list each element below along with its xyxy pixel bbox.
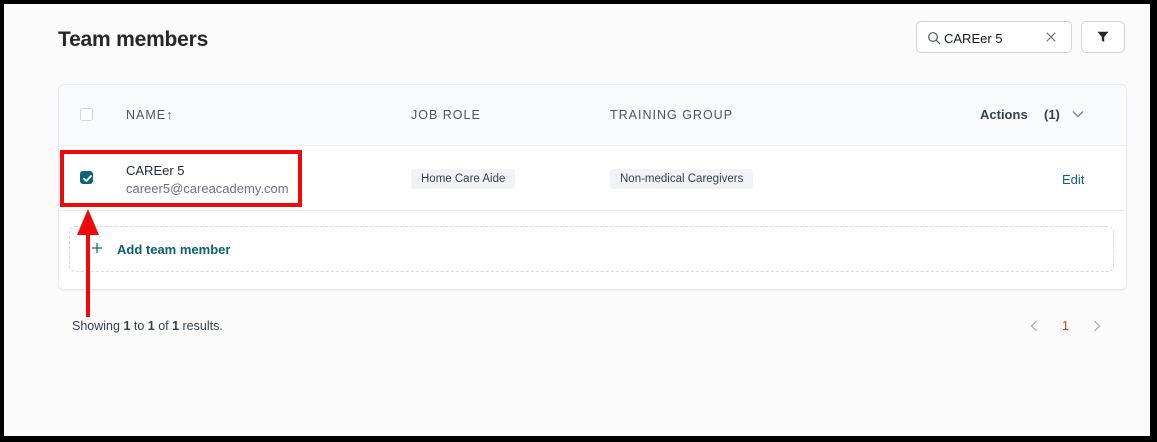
current-page[interactable]: 1 [1062, 319, 1069, 333]
search-input[interactable] [944, 29, 1044, 47]
edit-link[interactable]: Edit [1062, 172, 1084, 187]
chevron-right-icon[interactable] [1093, 320, 1101, 332]
column-job-role: JOB ROLE [411, 108, 481, 122]
filter-button[interactable] [1081, 21, 1125, 53]
actions-count: (1) [1044, 107, 1060, 122]
search-box[interactable] [916, 21, 1072, 53]
chevron-down-icon[interactable] [1072, 110, 1084, 118]
job-role-badge: Home Care Aide [411, 169, 516, 189]
annotation-highlight-box [60, 150, 302, 207]
page-title: Team members [58, 28, 209, 51]
filter-icon [1097, 31, 1109, 42]
training-group-badge: Non-medical Caregivers [610, 169, 754, 189]
actions-menu[interactable]: Actions [980, 107, 1028, 122]
results-prefix: Showing [72, 319, 124, 333]
results-summary: Showing 1 to 1 of 1 results. [72, 319, 223, 333]
column-training-group: TRAINING GROUP [610, 108, 734, 122]
search-icon [928, 32, 941, 45]
chevron-left-icon[interactable] [1030, 320, 1038, 332]
results-of-word: of [154, 319, 173, 333]
close-icon[interactable] [1045, 31, 1057, 43]
add-team-member-button[interactable]: Add team member [69, 226, 1114, 272]
arrow-up-icon [77, 209, 99, 317]
table-header: NAME↑ JOB ROLE TRAINING GROUP Actions (1… [59, 85, 1126, 146]
results-total: 1 [172, 319, 180, 333]
add-team-member-label: Add team member [117, 242, 231, 257]
results-to: 1 [147, 319, 155, 333]
column-name[interactable]: NAME↑ [126, 108, 173, 122]
results-suffix: results. [179, 319, 223, 333]
results-to-word: to [130, 319, 148, 333]
select-all-checkbox[interactable] [80, 108, 93, 121]
app-frame: Team members NAME↑ JOB ROLE TRAINING GRO… [4, 4, 1150, 436]
